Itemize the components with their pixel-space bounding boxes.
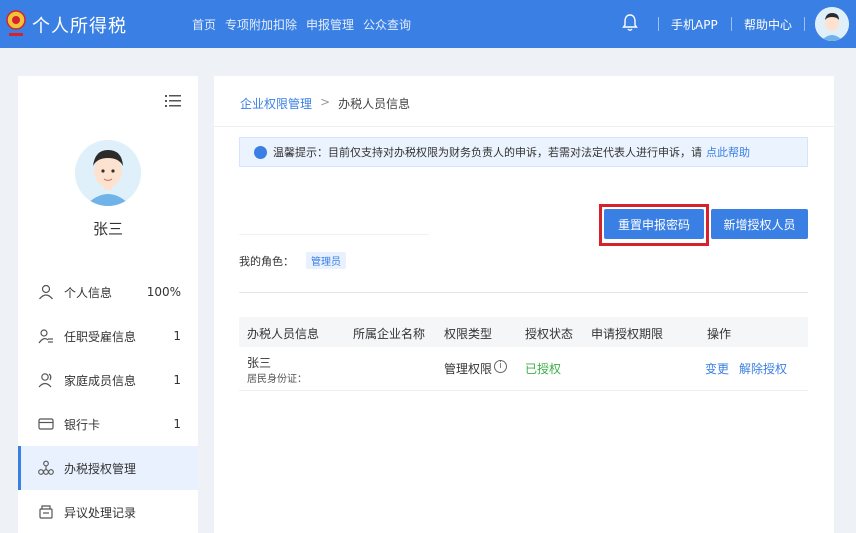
- role-row: 我的角色： 管理员: [239, 252, 346, 269]
- sidebar-item-label: 任职受雇信息: [64, 329, 137, 344]
- change-action-link[interactable]: 变更: [705, 360, 729, 377]
- divider: [214, 126, 834, 127]
- info-icon[interactable]: i: [494, 360, 507, 373]
- tax-emblem-logo: [6, 10, 26, 36]
- top-header: 个人所得税 首页 专项附加扣除 申报管理 公众查询 手机APP 帮助中心: [0, 0, 856, 48]
- top-nav: 首页 专项附加扣除 申报管理 公众查询: [192, 16, 411, 33]
- authorization-table: 办税人员信息 所属企业名称 权限类型 授权状态 申请授权期限 操作 张三 居民身…: [239, 317, 808, 391]
- notice-text: 温馨提示：目前仅支持对办税权限为财务负责人的申诉，若需对法定代表人进行申诉，请: [273, 146, 702, 159]
- sidebar-item-tax-authorization[interactable]: 办税授权管理: [18, 446, 198, 490]
- column-header: 所属企业名称: [353, 327, 426, 341]
- header-separator: [804, 17, 805, 31]
- help-link[interactable]: 点此帮助: [706, 144, 750, 160]
- bell-icon[interactable]: [622, 14, 638, 32]
- sidebar-item-label: 办税授权管理: [64, 461, 137, 476]
- nav-public-query[interactable]: 公众查询: [363, 16, 411, 33]
- sidebar-item-count: 1: [173, 417, 181, 431]
- add-authorized-person-button[interactable]: 新增授权人员: [711, 209, 808, 239]
- column-header: 权限类型: [444, 327, 493, 341]
- nav-declaration-management[interactable]: 申报管理: [306, 16, 354, 33]
- mobile-app-link[interactable]: 手机APP: [671, 16, 718, 33]
- role-badge: 管理员: [306, 252, 346, 269]
- sidebar-item-count: 1: [173, 329, 181, 343]
- divider: [239, 234, 429, 235]
- person-icon: [39, 284, 53, 300]
- info-icon: [254, 145, 267, 159]
- record-icon: [39, 505, 53, 519]
- user-name: 张三: [92, 220, 123, 238]
- sidebar: 张三 个人信息 100% 任职受雇信息 1 家庭成员信息 1 银行卡 1 办税授…: [18, 76, 198, 533]
- sidebar-item-employment-info[interactable]: 任职受雇信息 1: [18, 314, 198, 358]
- divider: [239, 292, 808, 293]
- column-header: 操作: [707, 327, 732, 341]
- header-separator: [658, 17, 659, 31]
- user-avatar[interactable]: [815, 7, 849, 41]
- sidebar-item-bank-card[interactable]: 银行卡 1: [18, 402, 198, 446]
- org-chart-icon: [38, 460, 54, 475]
- sidebar-item-count: 1: [173, 373, 181, 387]
- bank-card-icon: [38, 418, 54, 430]
- sidebar-item-objection-records[interactable]: 异议处理记录: [18, 490, 198, 533]
- reset-password-button[interactable]: 重置申报密码: [604, 209, 704, 239]
- breadcrumb-parent-link[interactable]: 企业权限管理: [240, 95, 312, 112]
- permission-type: 管理权限: [444, 362, 493, 376]
- authorization-status: 已授权: [525, 362, 562, 376]
- breadcrumb: 企业权限管理 > 办税人员信息: [240, 95, 410, 112]
- profile-avatar: [75, 140, 141, 206]
- breadcrumb-separator: >: [320, 95, 331, 109]
- main-panel: 企业权限管理 > 办税人员信息 温馨提示：目前仅支持对办税权限为财务负责人的申诉…: [214, 76, 834, 533]
- revoke-authorization-link[interactable]: 解除授权: [739, 360, 787, 377]
- sidebar-item-label: 异议处理记录: [64, 505, 137, 520]
- nav-home[interactable]: 首页: [192, 16, 216, 33]
- menu-toggle-icon[interactable]: [165, 94, 181, 108]
- sidebar-item-family-info[interactable]: 家庭成员信息 1: [18, 358, 198, 402]
- breadcrumb-current: 办税人员信息: [338, 97, 411, 111]
- person-list-icon: [38, 329, 53, 344]
- app-title: 个人所得税: [32, 16, 127, 37]
- column-header: 办税人员信息: [247, 327, 320, 341]
- family-icon: [38, 373, 52, 388]
- column-header: 申请授权期限: [591, 327, 664, 341]
- column-header: 授权状态: [525, 327, 574, 341]
- person-name: 张三: [247, 356, 272, 370]
- id-card-label: 居民身份证：: [247, 374, 307, 385]
- sidebar-item-count: 100%: [146, 285, 181, 299]
- sidebar-item-label: 个人信息: [64, 285, 113, 300]
- sidebar-item-personal-info[interactable]: 个人信息 100%: [18, 270, 198, 314]
- notice-banner: 温馨提示：目前仅支持对办税权限为财务负责人的申诉，若需对法定代表人进行申诉，请 …: [239, 137, 808, 167]
- help-center-link[interactable]: 帮助中心: [744, 16, 792, 33]
- header-separator: [731, 17, 732, 31]
- role-label: 我的角色：: [239, 254, 294, 268]
- table-header: 办税人员信息 所属企业名称 权限类型 授权状态 申请授权期限 操作: [239, 317, 808, 347]
- table-row: 张三 居民身份证： 管理权限 i 已授权 变更 解除授权: [239, 347, 808, 391]
- sidebar-item-label: 家庭成员信息: [64, 373, 137, 388]
- sidebar-item-label: 银行卡: [64, 417, 101, 432]
- nav-special-deduction[interactable]: 专项附加扣除: [225, 16, 297, 33]
